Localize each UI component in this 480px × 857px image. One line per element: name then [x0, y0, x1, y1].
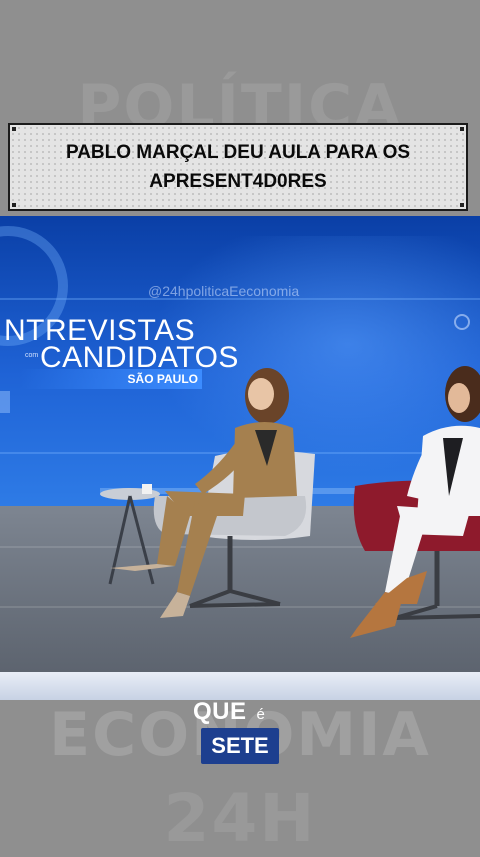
host-seated-white-suit	[350, 366, 480, 638]
caption-line-1: PABLO MARÇAL DEU AULA PARA OS	[65, 142, 411, 163]
floor-light-strip	[0, 672, 480, 700]
brand-sete-badge: SETE	[201, 728, 279, 764]
brand-que-text: QUE	[193, 698, 247, 725]
show-title-small: com	[25, 352, 39, 359]
guest-seated-tan-suit	[110, 368, 315, 618]
brand-logo: QUE é	[193, 698, 265, 726]
caption-line-2: APRESENT4D0RES	[149, 171, 327, 192]
caption-corner-mark	[12, 127, 16, 131]
watermark: @24hpoliticaEeconomia	[148, 283, 300, 299]
caption-corner-mark	[460, 127, 464, 131]
background-word-24h: 24H	[163, 780, 317, 857]
video-frame[interactable]: @24hpoliticaEeconomia NTREVISTAS com CAN…	[0, 216, 480, 700]
caption-corner-mark	[460, 203, 464, 207]
caption-box: PABLO MARÇAL DEU AULA PARA OS APRESENT4D…	[8, 123, 468, 211]
brand-e-text: é	[256, 706, 265, 723]
caption-corner-mark	[12, 203, 16, 207]
